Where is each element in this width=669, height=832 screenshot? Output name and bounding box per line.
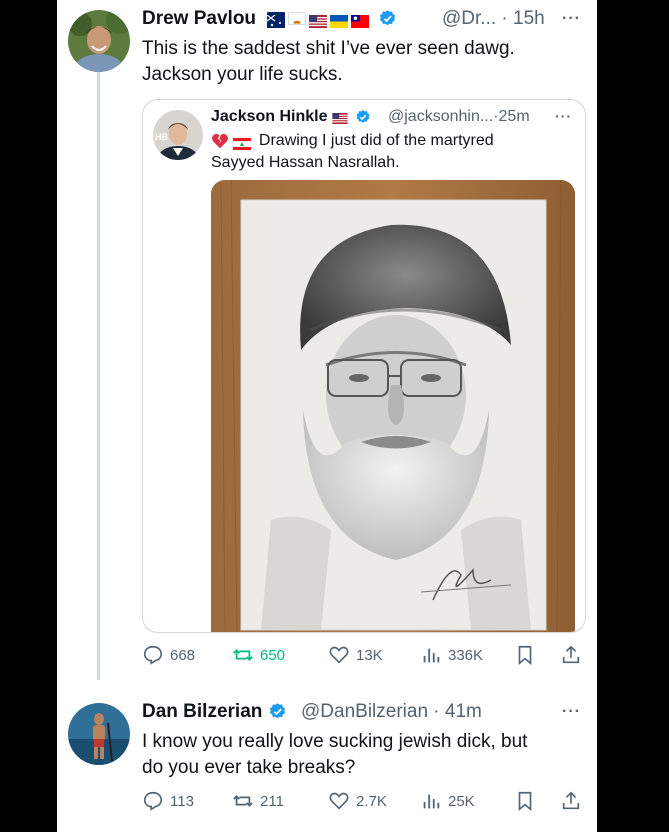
author-handle: @Dr... (442, 8, 497, 29)
views-button[interactable]: 336K (420, 644, 483, 666)
lebanon-flag (233, 135, 252, 150)
tweet-actions: 668 650 13K 336K (142, 644, 582, 670)
like-count: 2.7K (356, 792, 387, 810)
verified-badge-icon (268, 702, 287, 721)
author-name-text: Drew Pavlou (142, 8, 257, 29)
bookmark-button[interactable] (514, 644, 536, 666)
usa-flag (309, 12, 328, 29)
retweet-icon (233, 795, 253, 807)
tweet-text-line: I know you really love sucking jewish di… (142, 731, 528, 752)
tweet-text-line: Jackson your life sucks. (142, 64, 343, 85)
reply-button[interactable]: 113 (142, 790, 194, 812)
author-name-text: Dan Bilzerian (142, 701, 263, 722)
reply-icon (143, 645, 163, 665)
views-button[interactable]: 25K (420, 790, 475, 812)
retweet-count: 650 (260, 646, 286, 664)
retweet-count: 211 (260, 792, 284, 810)
reply-icon (143, 791, 163, 811)
tweet-actions: 113 211 2.7K 25K (142, 790, 582, 816)
quoted-text-line: Drawing I just did of the martyred (211, 130, 571, 152)
tweet-text: This is the saddest shit I’ve ever seen … (142, 36, 582, 88)
tweet-time: 41m (444, 701, 482, 722)
quoted-text-line1: Drawing I just did of the martyred (258, 132, 494, 149)
avatar-badge-text: HB (155, 132, 168, 142)
quoted-handle: @jacksonhin... (388, 108, 494, 125)
ukraine-flag (330, 12, 349, 29)
tweet-text: I know you really love sucking jewish di… (142, 729, 582, 781)
cyprus-flag (288, 12, 307, 26)
quoted-handle-time[interactable]: @jacksonhin...·25m (388, 108, 530, 126)
more-options-icon[interactable]: ··· (562, 703, 581, 721)
retweet-icon (233, 649, 253, 661)
tweet-text-line: This is the saddest shit I’ve ever seen … (142, 38, 515, 59)
australia-flag (266, 12, 286, 29)
retweet-button[interactable]: 211 (232, 790, 284, 812)
timeline: Drew Pavlou @Dr... · 15h ··· This is the… (57, 0, 597, 832)
like-button[interactable]: 2.7K (328, 790, 387, 812)
reply-count: 113 (170, 792, 194, 810)
bookmark-icon (518, 791, 532, 812)
author-name[interactable]: Drew Pavlou (142, 8, 397, 30)
quoted-author-name-text: Jackson Hinkle (211, 108, 328, 125)
usa-flag (332, 111, 348, 125)
share-button[interactable] (560, 644, 582, 666)
view-count: 336K (448, 646, 484, 664)
more-options-icon[interactable]: ··· (562, 10, 581, 28)
thread-line (97, 72, 100, 680)
share-icon (562, 645, 580, 664)
heart-icon (329, 792, 349, 810)
taiwan-flag (351, 12, 370, 29)
like-button[interactable]: 13K (328, 644, 383, 666)
quoted-time: 25m (498, 108, 530, 125)
author-handle-time[interactable]: @DanBilzerian · 41m (301, 701, 482, 723)
author-name[interactable]: Dan Bilzerian (142, 701, 287, 723)
drew-pavlou-avatar[interactable] (68, 10, 130, 72)
bookmark-icon (518, 645, 532, 666)
broken-heart-icon (211, 133, 229, 149)
heart-icon (329, 646, 349, 664)
share-button[interactable] (560, 790, 582, 812)
like-count: 13K (356, 646, 383, 664)
quoted-text: Drawing I just did of the martyred Sayye… (211, 130, 571, 174)
reply-button[interactable]: 668 (142, 644, 195, 666)
quoted-tweet[interactable]: HB Jackson Hinkle @jacksonhin...·25m ··· (142, 99, 586, 633)
quoted-text-line2: Sayyed Hassan Nasrallah. (211, 154, 400, 171)
views-chart-icon (423, 648, 440, 663)
drawing-photo[interactable] (211, 180, 575, 632)
author-handle: @DanBilzerian (301, 701, 429, 722)
retweet-button[interactable]: 650 (232, 644, 285, 666)
tweet-time: 15h (513, 8, 545, 29)
share-icon (562, 791, 580, 810)
quoted-author-name[interactable]: Jackson Hinkle (211, 108, 371, 126)
verified-badge-icon (355, 109, 371, 125)
verified-badge-icon (378, 9, 397, 28)
bookmark-button[interactable] (514, 790, 536, 812)
view-count: 25K (448, 792, 475, 810)
quoted-more-icon[interactable]: ··· (555, 108, 572, 124)
dan-bilzerian-avatar[interactable] (68, 703, 130, 765)
reply-count: 668 (170, 646, 196, 664)
tweet-text-line: do you ever take breaks? (142, 757, 356, 778)
separator-dot: · (496, 8, 514, 29)
views-chart-icon (423, 794, 440, 809)
separator-dot: · (428, 701, 445, 722)
jackson-hinkle-avatar[interactable]: HB (153, 110, 203, 160)
author-handle-time[interactable]: @Dr... · 15h (442, 8, 545, 30)
